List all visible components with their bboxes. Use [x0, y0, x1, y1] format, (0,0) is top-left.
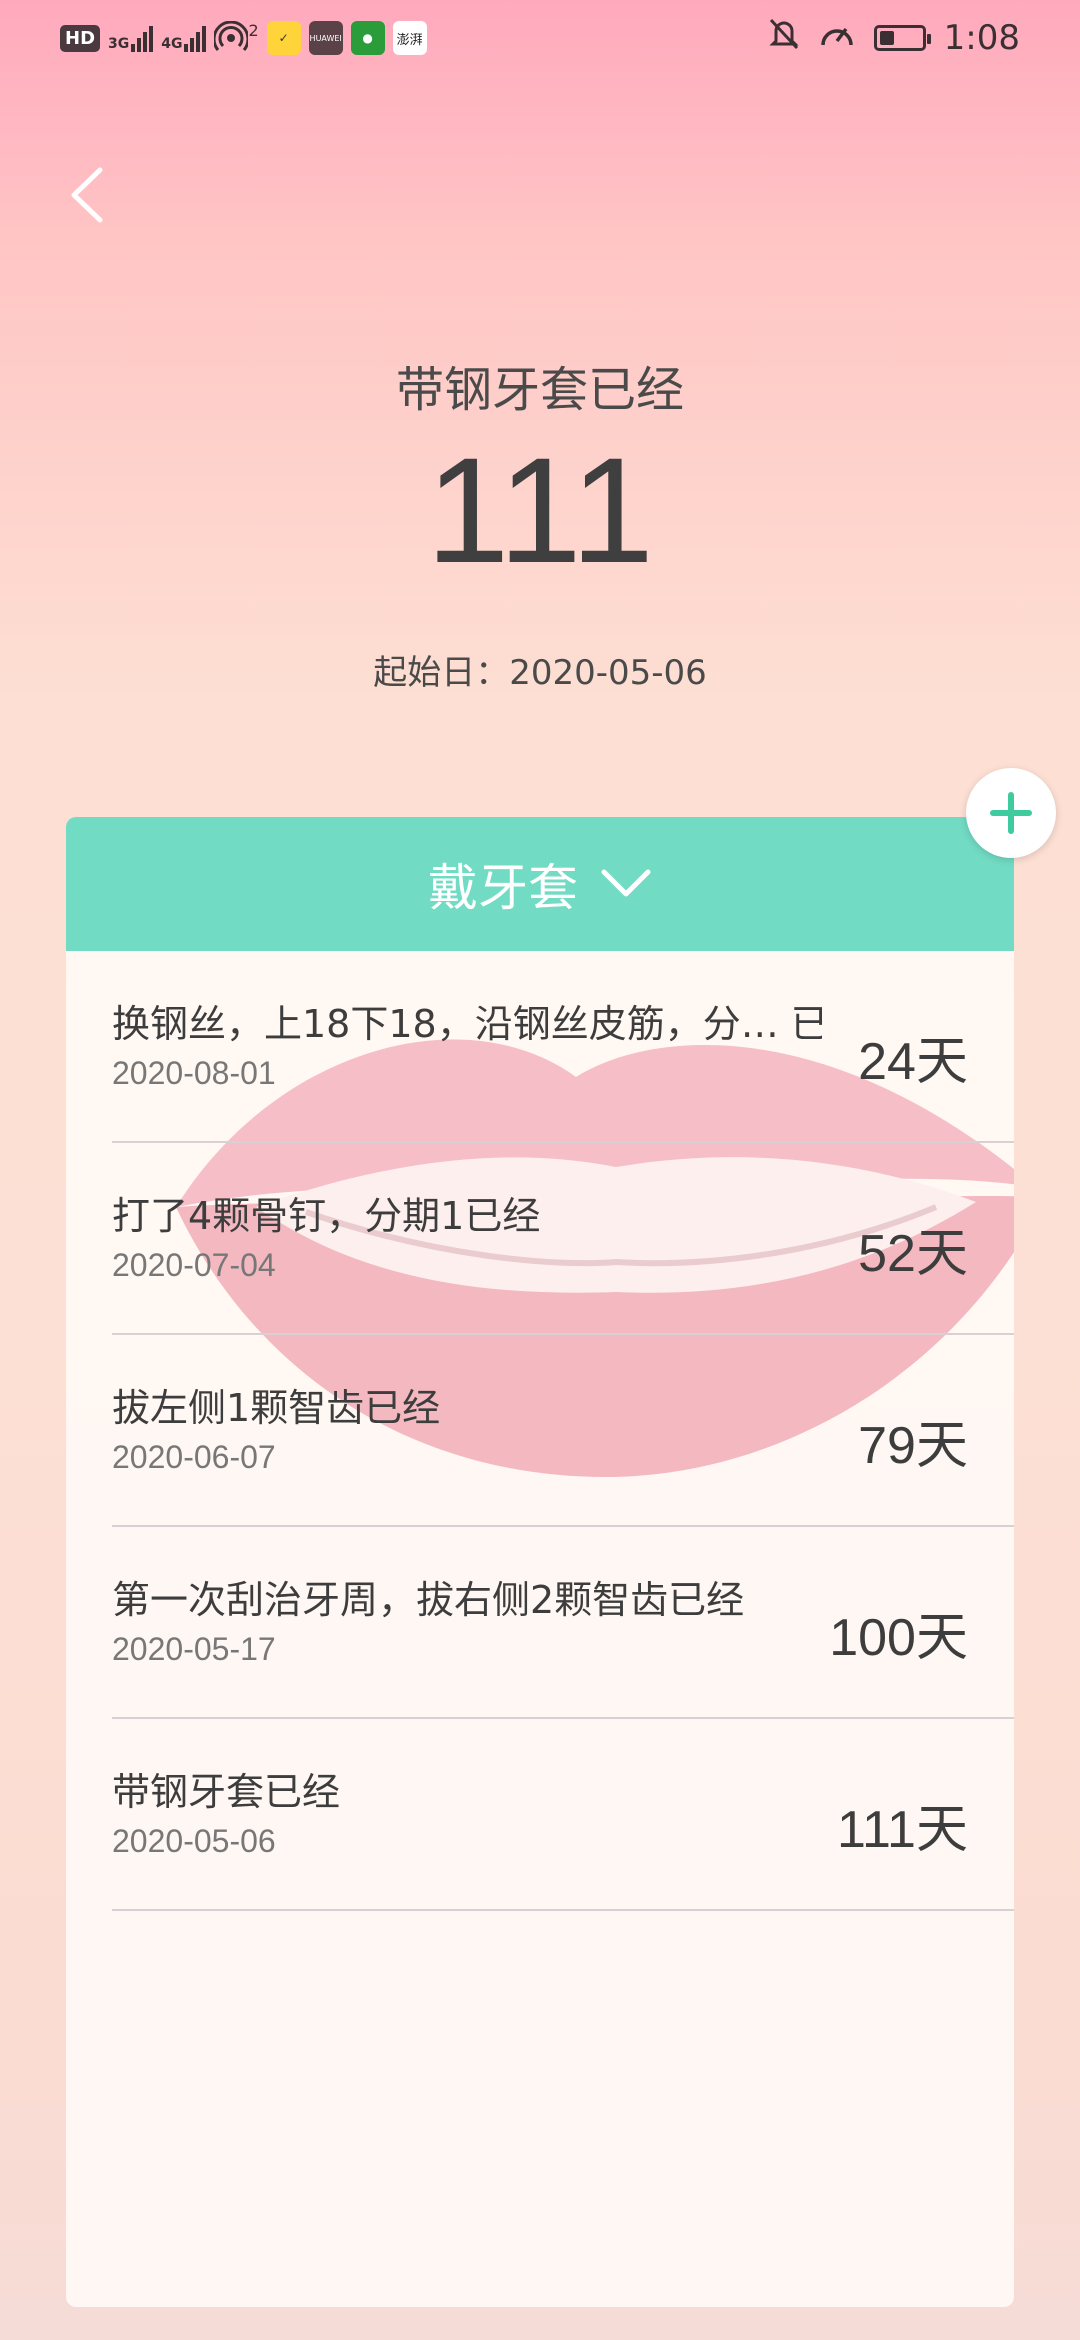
plus-icon: [990, 792, 1032, 834]
event-date: 2020-06-07: [112, 1439, 276, 1475]
category-selector[interactable]: 戴牙套: [66, 817, 1014, 951]
chevron-down-icon: [601, 869, 651, 897]
events-card: 戴牙套 换钢丝，上18下18，沿钢丝皮筋，分… 已经 2020-08-01 24…: [66, 817, 1014, 2307]
list-item[interactable]: 带钢牙套已经 2020-05-06 111天: [112, 1719, 1014, 1911]
thepaper-icon: 澎湃: [392, 21, 427, 55]
hi-bike-icon: ✓: [266, 21, 301, 55]
list-item[interactable]: 打了4颗骨钉，分期1已经 2020-07-04 52天: [112, 1143, 1014, 1335]
event-days: 79天: [858, 1416, 968, 1476]
day-count: 111: [425, 426, 654, 594]
event-date: 2020-05-06: [112, 1823, 276, 1859]
clock: 1:08: [943, 18, 1020, 58]
event-days: 100天: [829, 1608, 968, 1668]
event-days: 52天: [858, 1224, 968, 1284]
event-date: 2020-07-04: [112, 1247, 276, 1283]
huawei-store-icon: HUAWEI: [308, 21, 343, 55]
event-title: 第一次刮治牙周，拔右侧2颗智齿已经: [112, 1578, 745, 1622]
event-title: 打了4颗骨钉，分期1已经: [112, 1194, 541, 1238]
battery-icon: [873, 25, 931, 51]
event-title: 带钢牙套已经: [112, 1770, 341, 1814]
signal-4g-icon: 4G: [161, 24, 207, 52]
back-button[interactable]: [60, 160, 120, 230]
speed-gauge-icon: [818, 17, 856, 59]
list-item[interactable]: 第一次刮治牙周，拔右侧2颗智齿已经 2020-05-17 100天: [112, 1527, 1014, 1719]
event-date: 2020-08-01: [112, 1055, 276, 1091]
add-event-button[interactable]: [966, 768, 1056, 858]
event-date: 2020-05-17: [112, 1631, 276, 1667]
start-date: 起始日：2020-05-06: [373, 653, 707, 693]
status-bar: HD 3G 4G 2 ✓ HUAWEI ● 澎湃 1:08: [0, 0, 1080, 76]
list-item[interactable]: 拔左侧1颗智齿已经 2020-06-07 79天: [112, 1335, 1014, 1527]
event-days: 111天: [836, 1800, 968, 1860]
event-title: 换钢丝，上18下18，沿钢丝皮筋，分… 已经: [112, 1002, 822, 1046]
bell-muted-icon: [768, 17, 800, 59]
signal-3g-icon: 3G: [108, 24, 154, 52]
hotspot-icon: 2: [214, 21, 259, 55]
list-item[interactable]: 换钢丝，上18下18，沿钢丝皮筋，分… 已经 2020-08-01 24天: [112, 951, 1014, 1143]
chevron-left-icon: [71, 167, 103, 223]
event-days: 24天: [858, 1032, 968, 1092]
hd-icon: HD: [60, 24, 101, 52]
status-right: 1:08: [768, 18, 1020, 58]
counter-title: 带钢牙套已经: [395, 362, 684, 418]
event-title: 拔左侧1颗智齿已经: [112, 1386, 441, 1430]
tomato-app-icon: ●: [350, 21, 385, 55]
status-left: HD 3G 4G 2 ✓ HUAWEI ● 澎湃: [60, 18, 427, 58]
category-title: 戴牙套: [428, 859, 578, 917]
